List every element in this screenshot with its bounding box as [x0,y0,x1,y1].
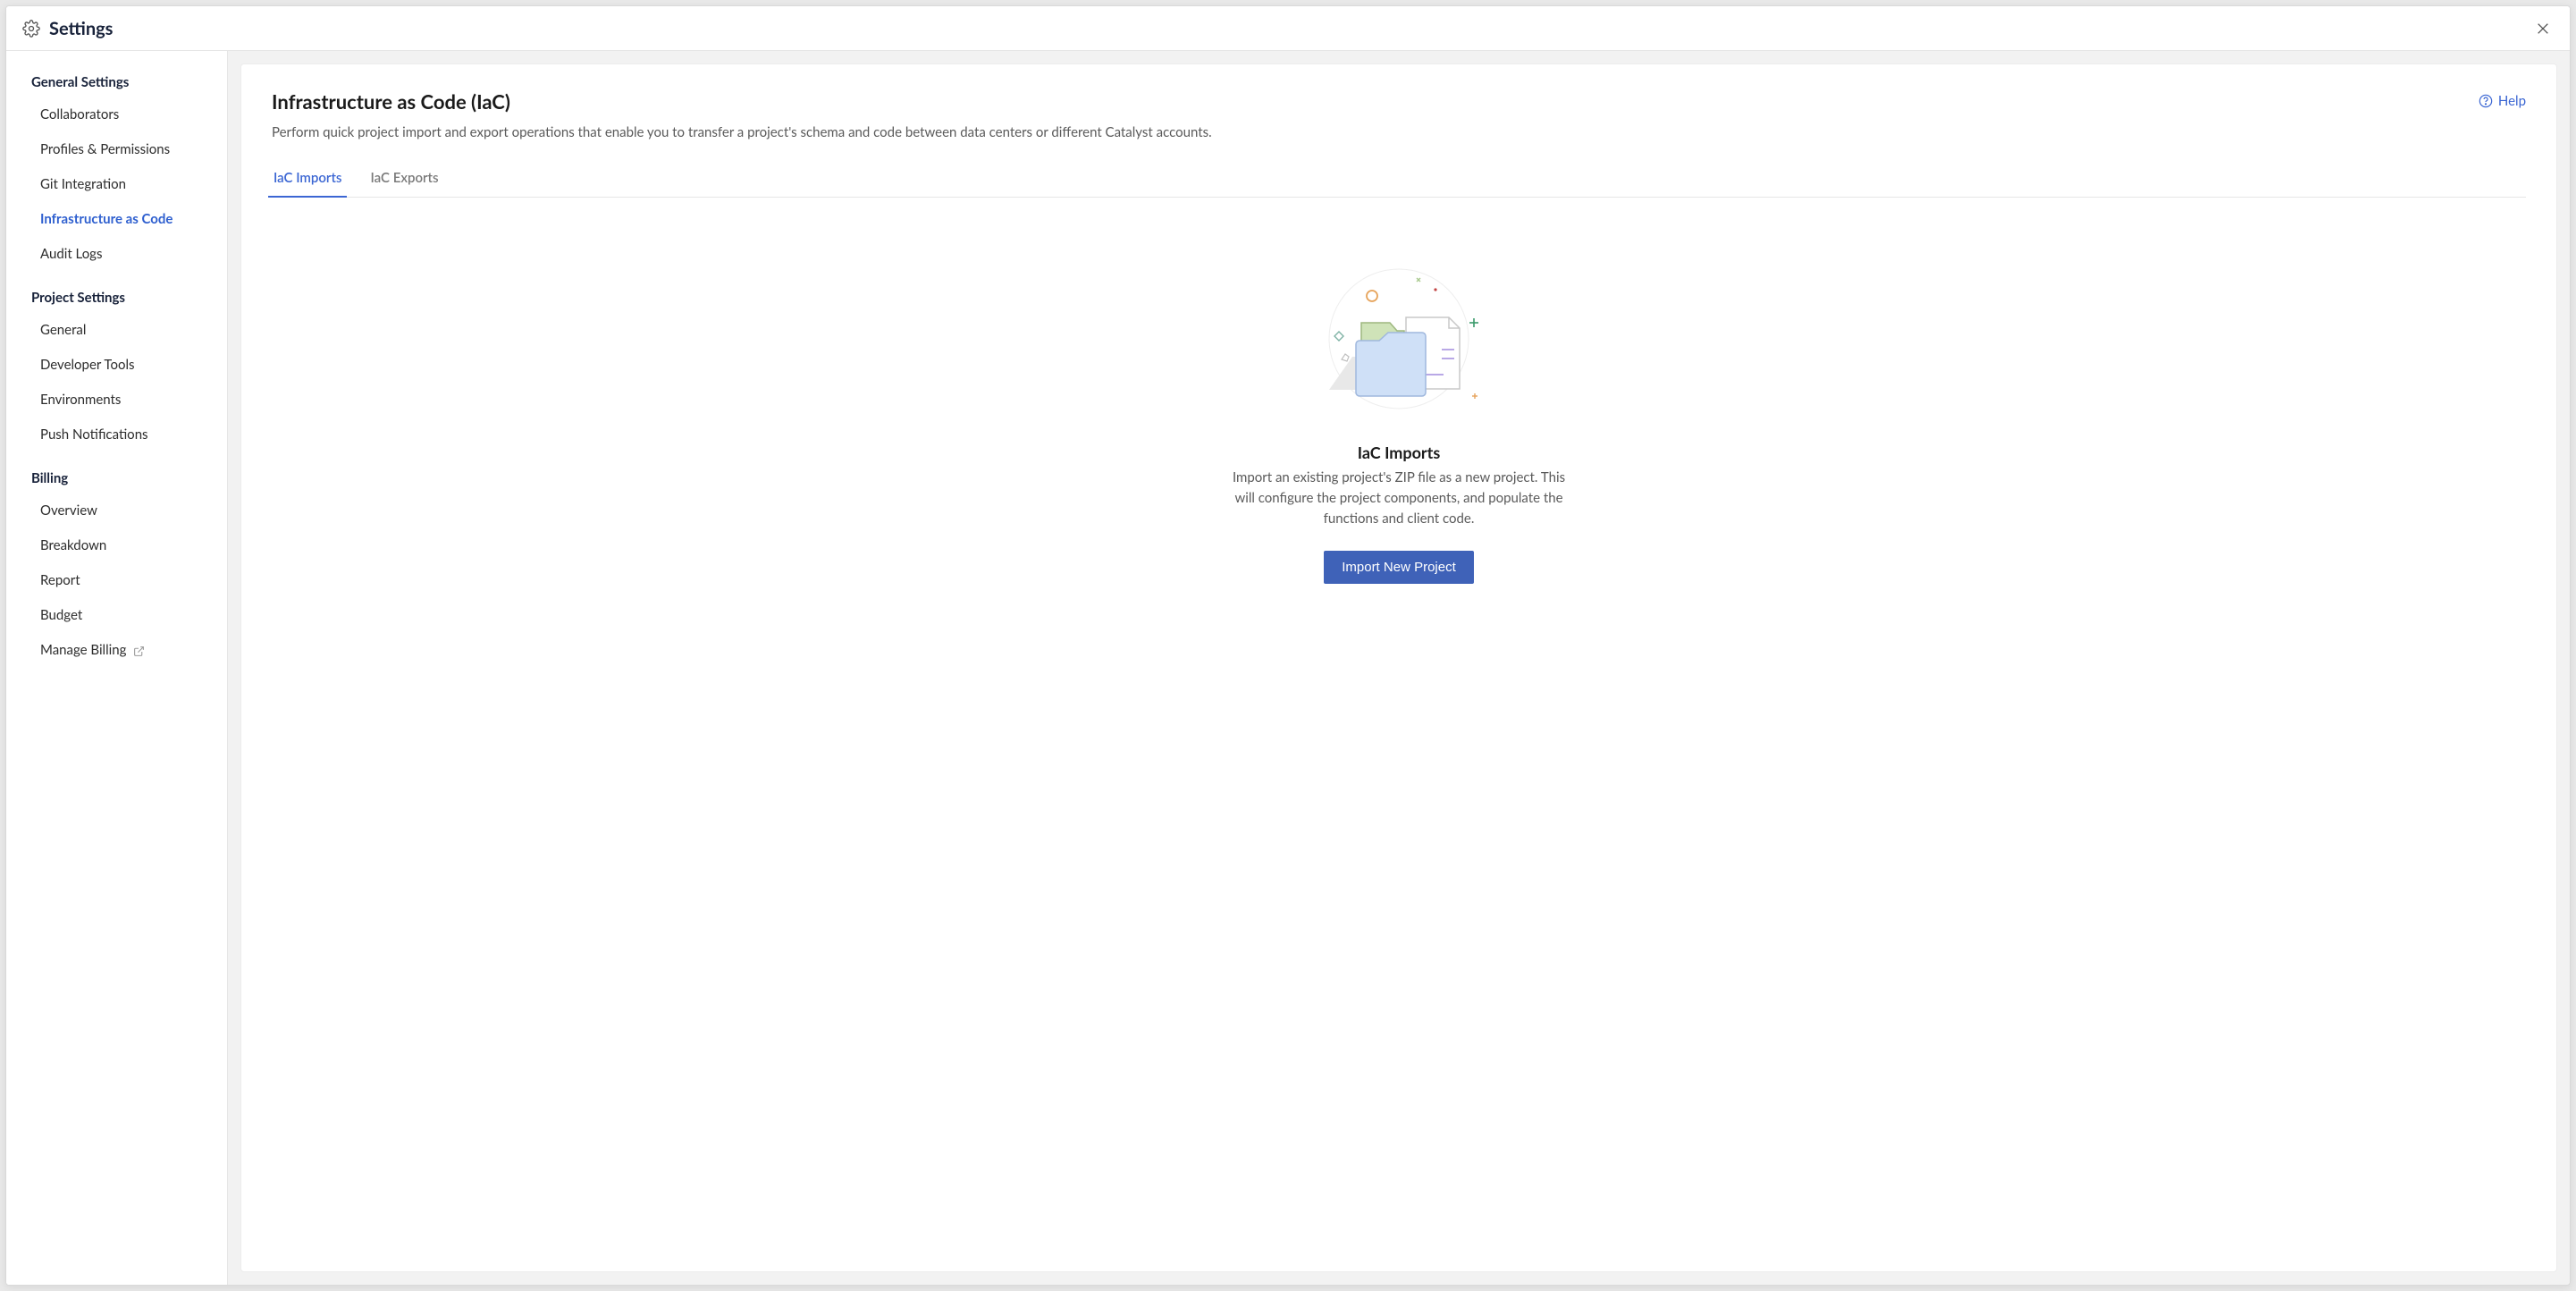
sidebar-section-general: Collaborators Profiles & Permissions Git… [6,92,227,290]
sidebar-item-overview[interactable]: Overview [6,494,227,528]
gear-icon [22,20,40,38]
sidebar-item-infrastructure-as-code[interactable]: Infrastructure as Code [6,202,227,237]
panel-header-text: Infrastructure as Code (IaC) Perform qui… [272,89,1212,163]
page-header-title: Settings [49,18,113,39]
settings-window: Settings General Settings Collaborators … [5,5,2571,1286]
sidebar-item-label: Profiles & Permissions [40,140,170,159]
sidebar-item-label: Environments [40,391,121,409]
sidebar-item-budget[interactable]: Budget [6,598,227,633]
panel-header: Infrastructure as Code (IaC) Perform qui… [272,89,2526,163]
sidebar-item-label: Audit Logs [40,245,102,264]
header-bar: Settings [6,6,2570,51]
sidebar-item-label: General [40,321,86,340]
tab-iac-imports[interactable]: IaC Imports [272,163,343,197]
sidebar-item-git-integration[interactable]: Git Integration [6,167,227,202]
sidebar-item-audit-logs[interactable]: Audit Logs [6,237,227,272]
sidebar-section-billing: Overview Breakdown Report Budget Manage … [6,488,227,686]
sidebar-item-label: Collaborators [40,105,119,124]
sidebar-item-environments[interactable]: Environments [6,383,227,418]
sidebar-item-push-notifications[interactable]: Push Notifications [6,418,227,452]
import-new-project-button[interactable]: Import New Project [1324,551,1474,584]
sidebar-section-title-general: General Settings [6,74,227,92]
sidebar-item-label: Budget [40,606,82,625]
sidebar-section-title-billing: Billing [6,470,227,488]
sidebar-item-label: Overview [40,502,97,520]
header-left: Settings [22,18,113,39]
sidebar-item-general[interactable]: General [6,313,227,348]
help-icon [2479,94,2493,108]
sidebar-item-developer-tools[interactable]: Developer Tools [6,348,227,383]
content-panel: Infrastructure as Code (IaC) Perform qui… [240,63,2557,1272]
external-link-icon [133,641,145,660]
sidebar-item-label: Push Notifications [40,426,148,444]
help-link[interactable]: Help [2479,93,2526,109]
sidebar-item-profiles-permissions[interactable]: Profiles & Permissions [6,132,227,167]
tab-iac-exports[interactable]: IaC Exports [368,163,440,197]
empty-title: IaC Imports [1358,443,1441,462]
help-label: Help [2498,93,2526,109]
sidebar-item-report[interactable]: Report [6,563,227,598]
empty-state: IaC Imports Import an existing project's… [272,260,2526,585]
tab-label: IaC Exports [370,170,438,186]
close-button[interactable] [2532,18,2554,39]
sidebar-item-breakdown[interactable]: Breakdown [6,528,227,563]
page-description: Perform quick project import and export … [272,122,1212,143]
sidebar-item-label: Developer Tools [40,356,135,375]
tabs: IaC Imports IaC Exports [272,163,2526,198]
sidebar-item-label: Manage Billing [40,641,126,660]
sidebar-item-label: Git Integration [40,175,126,194]
sidebar-section-title-project: Project Settings [6,290,227,308]
tab-label: IaC Imports [274,170,341,186]
sidebar: General Settings Collaborators Profiles … [6,51,228,1285]
sidebar-item-label: Breakdown [40,536,106,555]
sidebar-item-manage-billing[interactable]: Manage Billing [6,633,227,668]
sidebar-item-collaborators[interactable]: Collaborators [6,97,227,132]
sidebar-item-label: Report [40,571,80,590]
main-content: Infrastructure as Code (IaC) Perform qui… [228,51,2570,1285]
sidebar-item-label: Infrastructure as Code [40,210,173,229]
body: General Settings Collaborators Profiles … [6,51,2570,1285]
sidebar-section-project: General Developer Tools Environments Pus… [6,308,227,470]
empty-description: Import an existing project's ZIP file as… [1229,468,1569,530]
page-title: Infrastructure as Code (IaC) [272,89,1212,114]
empty-illustration [1309,260,1488,421]
